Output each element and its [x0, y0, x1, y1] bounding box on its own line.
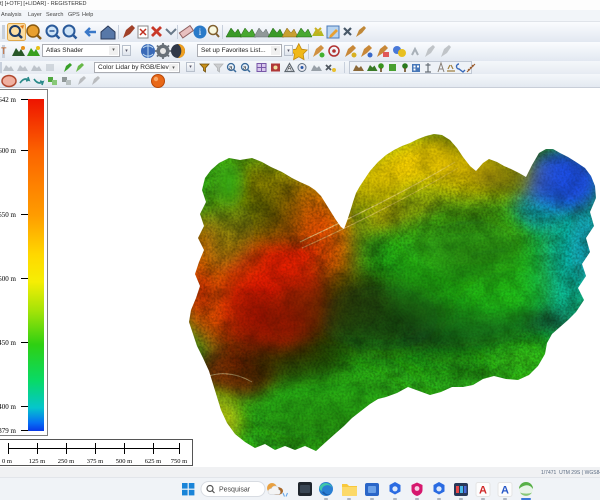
svg-text:0 m: 0 m — [2, 458, 12, 465]
svg-text:450 m: 450 m — [0, 339, 17, 347]
svg-text:750 m: 750 m — [171, 458, 187, 465]
svg-text:400 m: 400 m — [0, 403, 17, 411]
svg-text:A: A — [287, 66, 292, 73]
svg-text:Pesquisar: Pesquisar — [219, 487, 251, 494]
svg-text:379 m: 379 m — [0, 427, 17, 435]
svg-text:642 m: 642 m — [0, 96, 17, 104]
svg-text:550 m: 550 m — [0, 211, 17, 219]
svg-text:125 m: 125 m — [29, 458, 45, 465]
svg-text:500 m: 500 m — [116, 458, 132, 465]
svg-text:A: A — [501, 485, 509, 497]
svg-text:A: A — [479, 485, 487, 497]
svg-text:T: T — [1, 46, 7, 56]
svg-text:375 m: 375 m — [87, 458, 103, 465]
svg-text:625 m: 625 m — [145, 458, 161, 465]
svg-text:250 m: 250 m — [58, 458, 74, 465]
svg-text:600 m: 600 m — [0, 147, 17, 155]
svg-text:500 m: 500 m — [0, 275, 17, 283]
